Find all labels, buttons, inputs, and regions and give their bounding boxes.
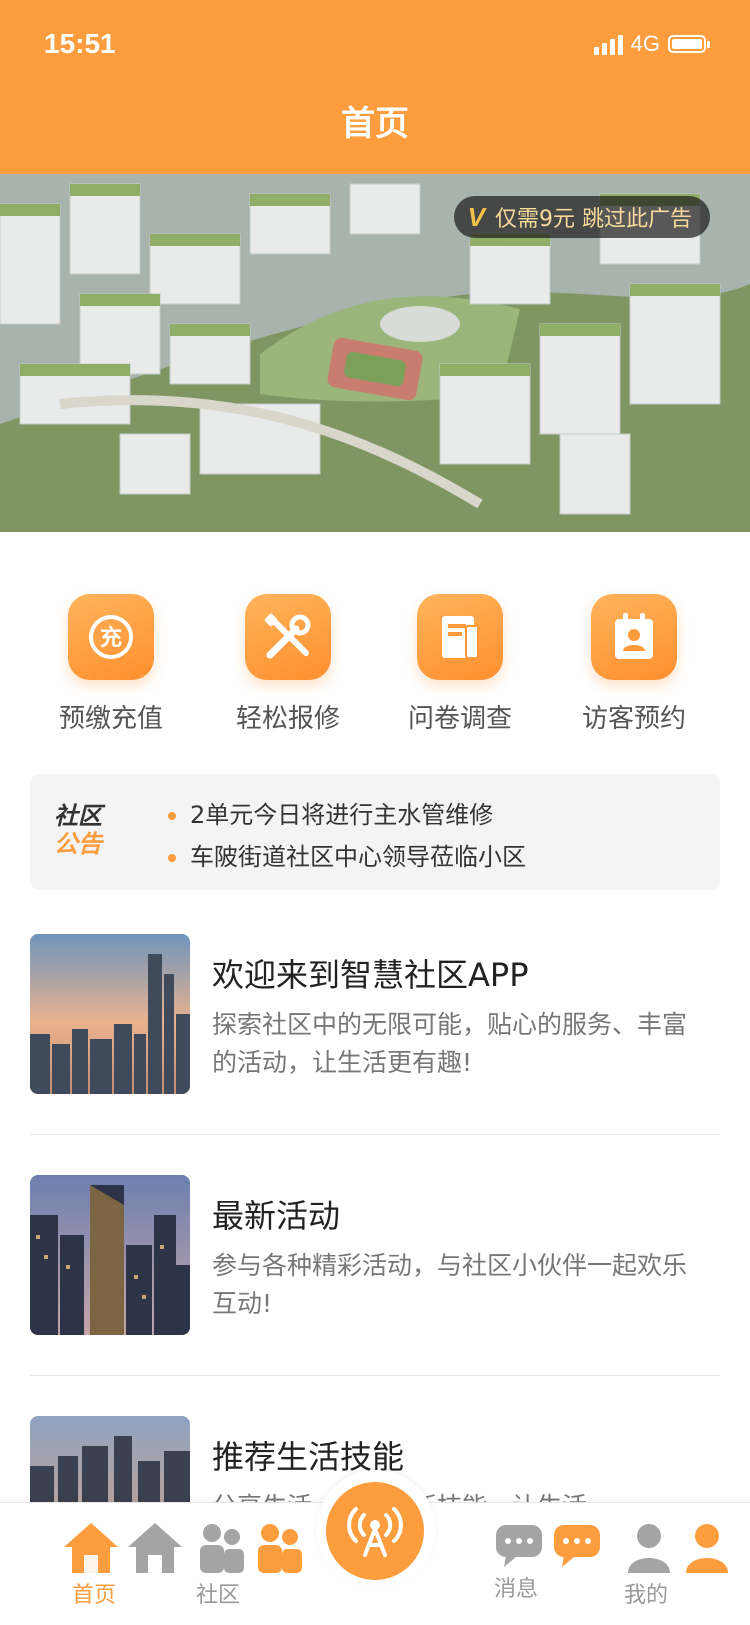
user-icon-active [686,1524,728,1573]
article-desc: 参与各种精彩活动，与社区小伙伴一起欢乐互动! [212,1251,688,1318]
article-card-activities[interactable]: 最新活动 参与各种精彩活动，与社区小伙伴一起欢乐互动! [30,1175,720,1335]
vip-v-icon: V [467,201,485,232]
article-desc: 探索社区中的无限可能，贴心的服务、丰富的活动，让生活更有趣! [212,1010,688,1077]
svg-text:充: 充 [100,625,122,651]
repair-tools-icon [245,594,331,680]
service-label: 访客预约 [581,704,686,734]
tab-messages[interactable]: 消息 [494,1521,602,1603]
tab-label: 首页 [72,1583,117,1608]
tab-label: 消息 [494,1577,539,1602]
notice-badge: 社区 公告 [54,802,102,858]
broadcast-icon [347,1507,403,1557]
notice-item[interactable]: 车陂街道社区中心领导莅临小区 [168,836,526,878]
banner-ad[interactable]: V 仅需9元 跳过此广告 [0,174,750,532]
community-icon-active [258,1524,302,1573]
article-title: 欢迎来到智慧社区APP [212,956,529,994]
service-label: 轻松报修 [235,704,340,734]
divider [30,1375,720,1376]
home-icon-active [64,1523,118,1573]
article-title: 最新活动 [212,1197,341,1235]
tab-mine[interactable]: 我的 [624,1521,732,1609]
service-label: 预缴充值 [58,704,163,734]
service-recharge[interactable]: 充 预缴充值 [31,594,191,735]
skip-ad-label: 仅需9元 跳过此广告 [495,207,692,232]
signal-icon [593,33,623,55]
service-repair[interactable]: 轻松报修 [208,594,368,735]
tab-label: 我的 [624,1583,669,1608]
service-visitor[interactable]: 访客预约 [554,594,714,735]
quick-services: 充 预缴充值 轻松报修 问卷调查 访客预约 [0,594,750,744]
skip-ad-button[interactable]: V 仅需9元 跳过此广告 [453,196,710,238]
network-type: 4G [630,31,660,56]
recharge-icon: 充 [68,594,154,680]
tab-label: 社区 [196,1583,241,1608]
article-thumbnail [30,934,190,1094]
message-icon [496,1525,542,1567]
message-icon-active [554,1525,600,1567]
service-label: 问卷调查 [407,704,512,734]
app-header: 15:51 4G 首页 [0,0,750,174]
visitor-badge-icon [591,594,677,680]
service-survey[interactable]: 问卷调查 [380,594,540,735]
article-card-welcome[interactable]: 欢迎来到智慧社区APP 探索社区中的无限可能，贴心的服务、丰富的活动，让生活更有… [30,934,720,1094]
page-title: 首页 [341,104,409,144]
center-broadcast-button[interactable] [326,1482,424,1580]
divider [30,1134,720,1135]
community-icon [200,1524,244,1573]
battery-icon [668,35,710,53]
tab-home[interactable]: 首页 [62,1521,184,1609]
home-icon [128,1523,182,1573]
notice-item[interactable]: 2单元今日将进行主水管维修 [168,794,526,836]
user-icon [628,1524,670,1573]
tab-community[interactable]: 社区 [196,1521,304,1609]
survey-document-icon [417,594,503,680]
status-time: 15:51 [44,28,116,59]
notice-list: 2单元今日将进行主水管维修 车陂街道社区中心领导莅临小区 [168,794,526,878]
community-notice[interactable]: 社区 公告 2单元今日将进行主水管维修 车陂街道社区中心领导莅临小区 [30,774,720,890]
status-indicators: 4G [593,28,710,60]
article-thumbnail [30,1175,190,1335]
